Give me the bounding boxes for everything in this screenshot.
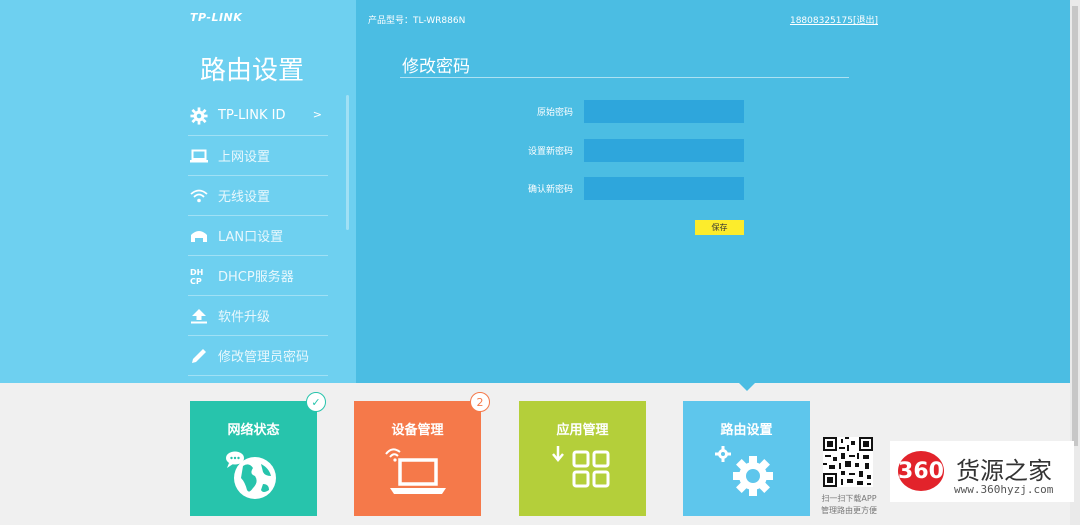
tile-router-settings[interactable]: 路由设置 xyxy=(683,401,810,516)
old-password-row: 原始密码 xyxy=(460,100,744,123)
qr-caption-line1: 扫一扫下载APP xyxy=(821,494,877,503)
tile-label: 设备管理 xyxy=(391,423,444,438)
sidebar-item-label: 上网设置 xyxy=(218,150,271,165)
tile-network-status[interactable]: ✓ 网络状态 xyxy=(190,392,326,516)
sidebar-item-label: LAN口设置 xyxy=(218,230,284,245)
tile-device-management[interactable]: 2 设备管理 xyxy=(354,392,490,516)
confirm-password-label: 确认新密码 xyxy=(527,185,573,195)
watermark-title: 货源之家 xyxy=(956,457,1052,485)
sidebar-item-upgrade[interactable]: 软件升级 xyxy=(188,296,328,336)
pencil-icon xyxy=(188,347,210,365)
new-password-label: 设置新密码 xyxy=(527,147,573,157)
qr-caption-line2: 管理路由更方便 xyxy=(821,506,877,515)
device-count-badge: 2 xyxy=(470,392,490,412)
sidebar-item-label: 无线设置 xyxy=(218,190,271,205)
old-password-input[interactable] xyxy=(584,100,744,123)
confirm-password-input[interactable] xyxy=(584,177,744,200)
sidebar-nav: TP-LINK ID > 上网设置 无线设置 LAN口设置 DH CP DHCP服… xyxy=(188,96,328,376)
logout-link[interactable]: [退出] xyxy=(853,16,878,26)
confirm-password-row: 确认新密码 xyxy=(460,177,744,200)
watermark-logo: 360 xyxy=(898,451,944,491)
check-icon: ✓ xyxy=(306,392,326,412)
save-button[interactable]: 保存 xyxy=(695,220,744,235)
sidebar-scrollbar[interactable] xyxy=(346,95,349,230)
chevron-right-icon: > xyxy=(312,108,322,121)
new-password-input[interactable] xyxy=(584,139,744,162)
account-area: 18808325175[退出] xyxy=(790,13,878,26)
wifi-icon xyxy=(188,187,210,205)
account-link[interactable]: 18808325175 xyxy=(790,16,853,26)
qr-caption: 扫一扫下载APP 管理路由更方便 xyxy=(818,493,880,517)
sidebar-item-dhcp[interactable]: DH CP DHCP服务器 xyxy=(188,256,328,296)
product-model: 产品型号：TL-WR886N xyxy=(368,16,466,26)
svg-text:DH: DH xyxy=(190,268,203,277)
gear-icon xyxy=(188,106,210,125)
new-password-row: 设置新密码 xyxy=(460,139,744,162)
tplink-logo: TP-LINK xyxy=(190,11,243,24)
gears-icon xyxy=(683,446,810,500)
upgrade-icon xyxy=(188,307,210,325)
sidebar-title: 路由设置 xyxy=(200,56,305,86)
active-tile-pointer xyxy=(739,383,755,391)
watermark: 360 货源之家 www.360hyzj.com xyxy=(890,441,1074,502)
tile-app-management[interactable]: 应用管理 xyxy=(519,401,646,516)
laptop-icon xyxy=(188,147,210,165)
lan-icon xyxy=(188,227,210,245)
sidebar-item-lan[interactable]: LAN口设置 xyxy=(188,216,328,256)
tile-label: 路由设置 xyxy=(720,423,773,438)
sidebar-item-label: 修改管理员密码 xyxy=(218,350,310,365)
dhcp-icon: DH CP xyxy=(188,267,210,285)
watermark-url: www.360hyzj.com xyxy=(954,483,1054,496)
sidebar-item-admin-password[interactable]: 修改管理员密码 xyxy=(188,336,328,376)
apps-grid-icon xyxy=(519,446,646,498)
tile-label: 网络状态 xyxy=(227,423,280,438)
title-divider xyxy=(400,77,849,78)
svg-text:CP: CP xyxy=(190,277,202,285)
sidebar-item-internet[interactable]: 上网设置 xyxy=(188,136,328,176)
laptop-wifi-icon xyxy=(354,446,481,498)
page-title: 修改密码 xyxy=(402,57,470,77)
sidebar-item-wireless[interactable]: 无线设置 xyxy=(188,176,328,216)
sidebar-item-label: DHCP服务器 xyxy=(218,270,294,285)
page-scrollbar-thumb[interactable] xyxy=(1072,6,1078,446)
sidebar-item-tplink-id[interactable]: TP-LINK ID > xyxy=(188,96,328,136)
globe-icon xyxy=(190,446,317,506)
old-password-label: 原始密码 xyxy=(536,108,573,118)
sidebar-item-label: TP-LINK ID xyxy=(218,108,286,123)
sidebar-item-label: 软件升级 xyxy=(218,310,271,325)
qr-code-icon xyxy=(823,437,873,487)
tile-label: 应用管理 xyxy=(556,423,609,438)
